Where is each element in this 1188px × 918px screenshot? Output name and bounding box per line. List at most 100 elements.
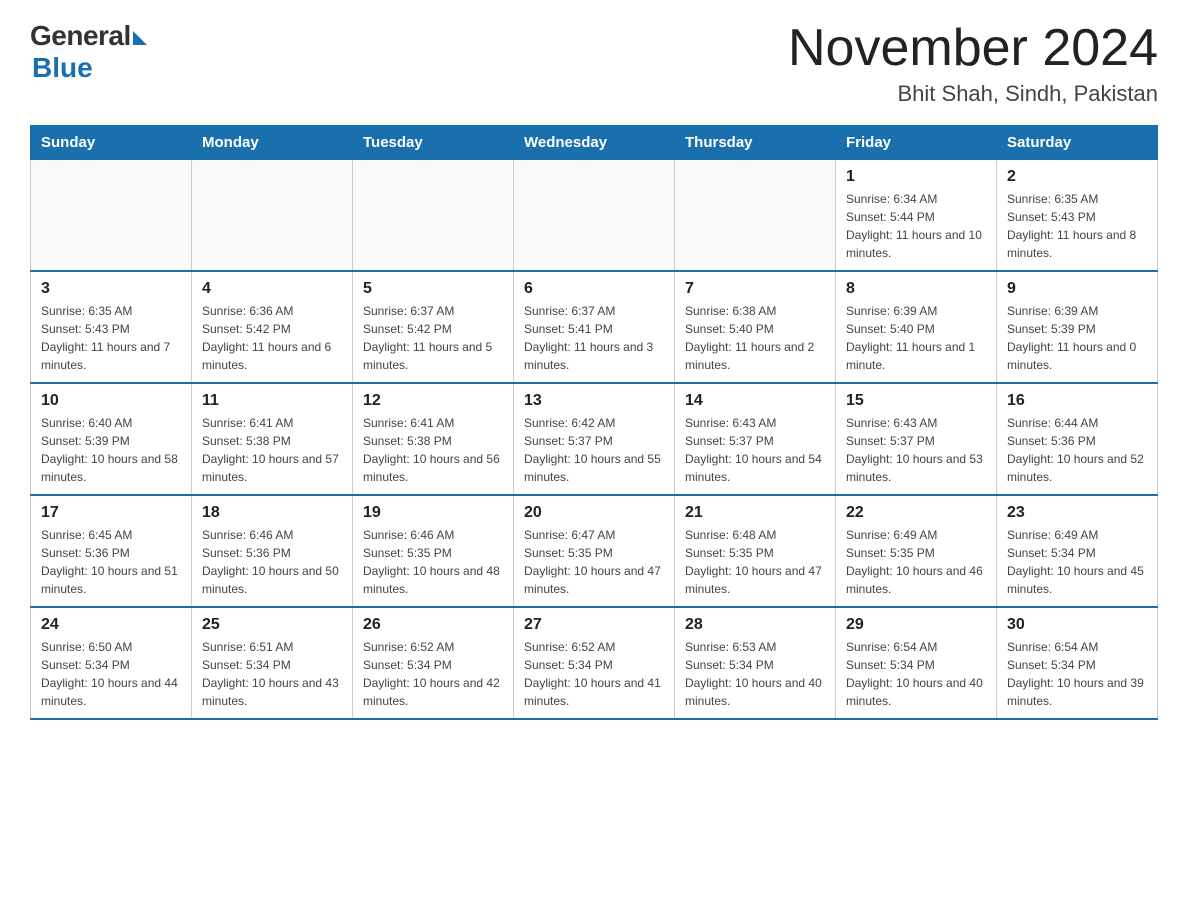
calendar-cell: 11Sunrise: 6:41 AMSunset: 5:38 PMDayligh… bbox=[192, 383, 353, 495]
day-info-text: Sunrise: 6:41 AM bbox=[202, 414, 342, 432]
day-info-text: Daylight: 10 hours and 44 minutes. bbox=[41, 674, 181, 710]
day-info-text: Sunrise: 6:41 AM bbox=[363, 414, 503, 432]
day-info-text: Sunset: 5:34 PM bbox=[1007, 544, 1147, 562]
logo-triangle-icon bbox=[133, 31, 147, 45]
calendar-cell: 18Sunrise: 6:46 AMSunset: 5:36 PMDayligh… bbox=[192, 495, 353, 607]
day-number: 9 bbox=[1007, 280, 1147, 298]
calendar-body: 1Sunrise: 6:34 AMSunset: 5:44 PMDaylight… bbox=[31, 160, 1158, 720]
calendar-week-row: 24Sunrise: 6:50 AMSunset: 5:34 PMDayligh… bbox=[31, 607, 1158, 719]
calendar-cell: 20Sunrise: 6:47 AMSunset: 5:35 PMDayligh… bbox=[514, 495, 675, 607]
day-number: 3 bbox=[41, 280, 181, 298]
day-number: 22 bbox=[846, 504, 986, 522]
day-info-text: Daylight: 10 hours and 55 minutes. bbox=[524, 450, 664, 486]
day-info-text: Sunrise: 6:51 AM bbox=[202, 638, 342, 656]
day-info-text: Sunrise: 6:37 AM bbox=[363, 302, 503, 320]
day-info-text: Sunrise: 6:34 AM bbox=[846, 190, 986, 208]
calendar-cell: 14Sunrise: 6:43 AMSunset: 5:37 PMDayligh… bbox=[675, 383, 836, 495]
title-block: November 2024 Bhit Shah, Sindh, Pakistan bbox=[788, 20, 1158, 107]
day-info-text: Sunset: 5:37 PM bbox=[685, 432, 825, 450]
day-info-text: Sunset: 5:34 PM bbox=[685, 656, 825, 674]
calendar-cell bbox=[514, 160, 675, 272]
day-number: 25 bbox=[202, 616, 342, 634]
day-info-text: Daylight: 11 hours and 7 minutes. bbox=[41, 338, 181, 374]
calendar-week-row: 10Sunrise: 6:40 AMSunset: 5:39 PMDayligh… bbox=[31, 383, 1158, 495]
day-info-text: Sunset: 5:43 PM bbox=[41, 320, 181, 338]
day-number: 6 bbox=[524, 280, 664, 298]
day-info-text: Sunset: 5:36 PM bbox=[1007, 432, 1147, 450]
day-number: 12 bbox=[363, 392, 503, 410]
logo-blue-text: Blue bbox=[32, 52, 93, 84]
calendar-cell: 5Sunrise: 6:37 AMSunset: 5:42 PMDaylight… bbox=[353, 271, 514, 383]
day-number: 13 bbox=[524, 392, 664, 410]
day-info-text: Sunset: 5:38 PM bbox=[363, 432, 503, 450]
calendar-week-row: 1Sunrise: 6:34 AMSunset: 5:44 PMDaylight… bbox=[31, 160, 1158, 272]
day-info-text: Sunset: 5:34 PM bbox=[363, 656, 503, 674]
day-info-text: Daylight: 10 hours and 42 minutes. bbox=[363, 674, 503, 710]
calendar-cell bbox=[675, 160, 836, 272]
calendar-cell: 23Sunrise: 6:49 AMSunset: 5:34 PMDayligh… bbox=[997, 495, 1158, 607]
calendar-cell: 27Sunrise: 6:52 AMSunset: 5:34 PMDayligh… bbox=[514, 607, 675, 719]
day-info-text: Sunrise: 6:52 AM bbox=[363, 638, 503, 656]
calendar-cell: 7Sunrise: 6:38 AMSunset: 5:40 PMDaylight… bbox=[675, 271, 836, 383]
day-info-text: Sunset: 5:42 PM bbox=[202, 320, 342, 338]
page-header: General Blue November 2024 Bhit Shah, Si… bbox=[30, 20, 1158, 107]
day-info-text: Sunset: 5:39 PM bbox=[41, 432, 181, 450]
day-info-text: Sunrise: 6:39 AM bbox=[846, 302, 986, 320]
calendar-cell: 16Sunrise: 6:44 AMSunset: 5:36 PMDayligh… bbox=[997, 383, 1158, 495]
day-info-text: Sunrise: 6:48 AM bbox=[685, 526, 825, 544]
calendar-cell: 9Sunrise: 6:39 AMSunset: 5:39 PMDaylight… bbox=[997, 271, 1158, 383]
day-info-text: Sunset: 5:35 PM bbox=[846, 544, 986, 562]
day-info-text: Daylight: 10 hours and 48 minutes. bbox=[363, 562, 503, 598]
day-info-text: Sunrise: 6:45 AM bbox=[41, 526, 181, 544]
day-header-sunday: Sunday bbox=[31, 126, 192, 160]
calendar-table: SundayMondayTuesdayWednesdayThursdayFrid… bbox=[30, 125, 1158, 720]
day-info-text: Sunrise: 6:36 AM bbox=[202, 302, 342, 320]
day-info-text: Sunset: 5:44 PM bbox=[846, 208, 986, 226]
day-info-text: Sunset: 5:43 PM bbox=[1007, 208, 1147, 226]
day-info-text: Daylight: 10 hours and 47 minutes. bbox=[524, 562, 664, 598]
logo-general-text: General bbox=[30, 20, 131, 52]
day-number: 18 bbox=[202, 504, 342, 522]
day-info-text: Sunset: 5:37 PM bbox=[524, 432, 664, 450]
day-info-text: Daylight: 10 hours and 52 minutes. bbox=[1007, 450, 1147, 486]
day-info-text: Sunrise: 6:42 AM bbox=[524, 414, 664, 432]
day-info-text: Sunset: 5:42 PM bbox=[363, 320, 503, 338]
day-header-thursday: Thursday bbox=[675, 126, 836, 160]
day-info-text: Sunset: 5:40 PM bbox=[685, 320, 825, 338]
day-number: 20 bbox=[524, 504, 664, 522]
calendar-week-row: 3Sunrise: 6:35 AMSunset: 5:43 PMDaylight… bbox=[31, 271, 1158, 383]
day-info-text: Sunrise: 6:40 AM bbox=[41, 414, 181, 432]
day-info-text: Daylight: 11 hours and 1 minute. bbox=[846, 338, 986, 374]
day-header-wednesday: Wednesday bbox=[514, 126, 675, 160]
calendar-header-row: SundayMondayTuesdayWednesdayThursdayFrid… bbox=[31, 126, 1158, 160]
day-number: 16 bbox=[1007, 392, 1147, 410]
day-info-text: Daylight: 11 hours and 6 minutes. bbox=[202, 338, 342, 374]
day-number: 23 bbox=[1007, 504, 1147, 522]
calendar-cell: 6Sunrise: 6:37 AMSunset: 5:41 PMDaylight… bbox=[514, 271, 675, 383]
calendar-cell: 26Sunrise: 6:52 AMSunset: 5:34 PMDayligh… bbox=[353, 607, 514, 719]
calendar-cell: 29Sunrise: 6:54 AMSunset: 5:34 PMDayligh… bbox=[836, 607, 997, 719]
calendar-week-row: 17Sunrise: 6:45 AMSunset: 5:36 PMDayligh… bbox=[31, 495, 1158, 607]
calendar-cell: 22Sunrise: 6:49 AMSunset: 5:35 PMDayligh… bbox=[836, 495, 997, 607]
calendar-cell: 10Sunrise: 6:40 AMSunset: 5:39 PMDayligh… bbox=[31, 383, 192, 495]
day-info-text: Daylight: 10 hours and 56 minutes. bbox=[363, 450, 503, 486]
day-number: 15 bbox=[846, 392, 986, 410]
calendar-cell bbox=[192, 160, 353, 272]
day-info-text: Sunset: 5:36 PM bbox=[202, 544, 342, 562]
calendar-cell: 30Sunrise: 6:54 AMSunset: 5:34 PMDayligh… bbox=[997, 607, 1158, 719]
day-info-text: Daylight: 10 hours and 53 minutes. bbox=[846, 450, 986, 486]
day-info-text: Sunrise: 6:43 AM bbox=[685, 414, 825, 432]
day-info-text: Daylight: 10 hours and 40 minutes. bbox=[685, 674, 825, 710]
day-info-text: Sunset: 5:34 PM bbox=[202, 656, 342, 674]
day-number: 27 bbox=[524, 616, 664, 634]
calendar-cell bbox=[31, 160, 192, 272]
calendar-cell: 3Sunrise: 6:35 AMSunset: 5:43 PMDaylight… bbox=[31, 271, 192, 383]
day-number: 4 bbox=[202, 280, 342, 298]
day-info-text: Sunrise: 6:50 AM bbox=[41, 638, 181, 656]
day-info-text: Daylight: 10 hours and 43 minutes. bbox=[202, 674, 342, 710]
month-year-title: November 2024 bbox=[788, 20, 1158, 77]
calendar-cell: 4 Sunrise: 6:36 AMSunset: 5:42 PMDaylight… bbox=[192, 271, 353, 383]
day-info-text: Sunrise: 6:37 AM bbox=[524, 302, 664, 320]
day-info-text: Sunrise: 6:46 AM bbox=[202, 526, 342, 544]
day-number: 30 bbox=[1007, 616, 1147, 634]
